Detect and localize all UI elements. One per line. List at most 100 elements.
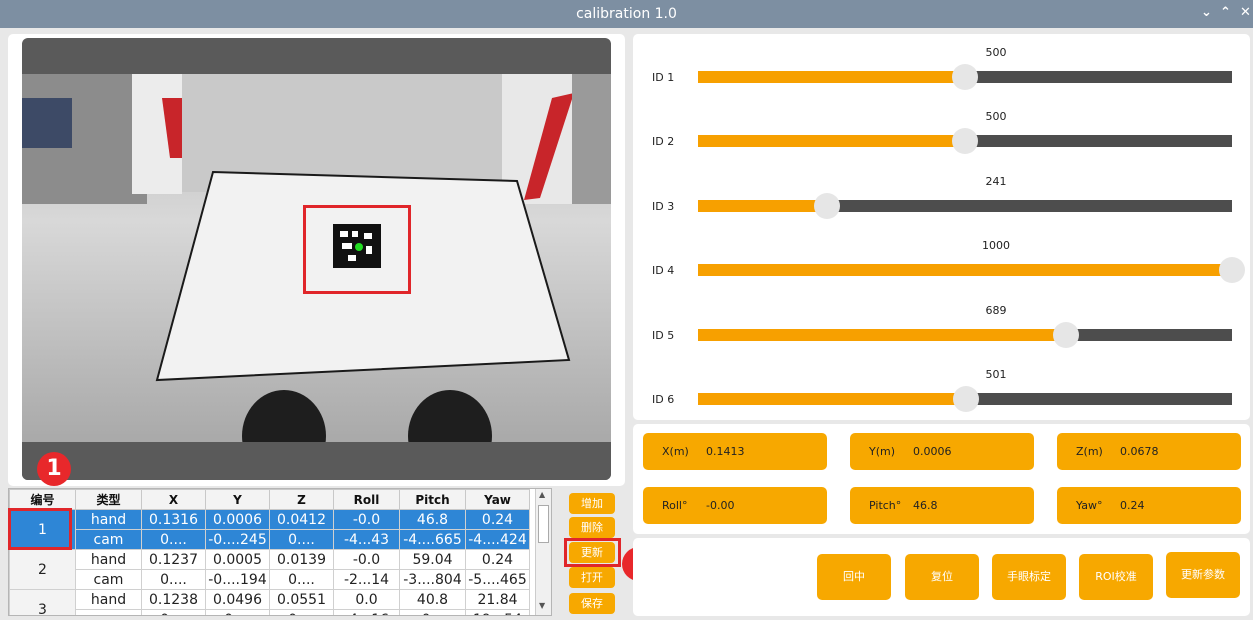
- value-cell[interactable]: 0....: [141, 569, 206, 590]
- value-cell[interactable]: 0.0412: [269, 509, 334, 530]
- slider-track[interactable]: [698, 193, 1232, 219]
- value-cell[interactable]: -0....245: [205, 529, 270, 550]
- value-cell[interactable]: 21.84: [465, 589, 530, 610]
- table-row[interactable]: 1 hand 0.1316 0.0006 0.0412 -0.0 46.8 0.24: [9, 509, 530, 550]
- value-cell[interactable]: 0.0: [333, 589, 400, 610]
- value-cell[interactable]: -4....665: [399, 529, 466, 550]
- value-cell[interactable]: -0....194: [205, 569, 270, 590]
- slider-track[interactable]: [698, 386, 1232, 412]
- type-cell[interactable]: hand: [75, 589, 142, 610]
- slider-track[interactable]: [698, 322, 1232, 348]
- slider-fill: [698, 329, 1066, 341]
- servo-slider-2[interactable]: 500 ID 2: [636, 104, 1248, 168]
- value-cell[interactable]: -3....804: [399, 569, 466, 590]
- value-cell[interactable]: -2...14: [333, 569, 400, 590]
- type-cell[interactable]: cam: [75, 529, 142, 550]
- value-cell[interactable]: 0....: [141, 529, 206, 550]
- header-y[interactable]: Y: [205, 489, 270, 510]
- servo-slider-1[interactable]: 500 ID 1: [636, 40, 1248, 104]
- value-cell[interactable]: 0....: [269, 609, 334, 615]
- roi-calibrate-button[interactable]: ROI校准: [1079, 554, 1153, 600]
- slider-value: 241: [985, 175, 1007, 188]
- table-scrollbar[interactable]: ▲ ▼: [535, 489, 551, 615]
- value-cell[interactable]: 0.24: [465, 549, 530, 570]
- servo-slider-3[interactable]: 241 ID 3: [636, 169, 1248, 233]
- scroll-down-icon[interactable]: ▼: [539, 601, 545, 610]
- slider-label: ID 3: [652, 200, 675, 213]
- slider-handle[interactable]: [1219, 257, 1245, 283]
- center-button[interactable]: 回中: [817, 554, 891, 600]
- pose-table[interactable]: 编号 类型 X Y Z Roll Pitch Yaw 1 hand 0.1316 0.…: [8, 488, 552, 616]
- value-cell[interactable]: 0.1316: [141, 509, 206, 530]
- slider-label: ID 4: [652, 264, 675, 277]
- reset-button[interactable]: 复位: [905, 554, 979, 600]
- minimize-icon[interactable]: ⌄: [1201, 5, 1212, 20]
- type-cell[interactable]: cam: [75, 609, 142, 615]
- readout-pitch: Pitch° 46.8: [850, 487, 1034, 524]
- scroll-up-icon[interactable]: ▲: [539, 490, 545, 499]
- slider-handle[interactable]: [952, 128, 978, 154]
- value-cell[interactable]: 19...54: [465, 609, 530, 615]
- value-cell[interactable]: 59.04: [399, 549, 466, 570]
- type-cell[interactable]: hand: [75, 509, 142, 530]
- type-cell[interactable]: cam: [75, 569, 142, 590]
- value-cell[interactable]: -0.0: [333, 509, 400, 530]
- row-index-cell[interactable]: 2: [9, 549, 76, 590]
- value-cell[interactable]: -4....424: [465, 529, 530, 550]
- hand-eye-calibrate-button[interactable]: 手眼标定: [992, 554, 1066, 600]
- row-index-cell[interactable]: 3: [9, 589, 76, 615]
- value-cell[interactable]: 0.0006: [205, 509, 270, 530]
- add-button[interactable]: 增加: [569, 493, 615, 514]
- slider-track[interactable]: [698, 64, 1232, 90]
- table-row[interactable]: 3 hand 0.1238 0.0496 0.0551 0.0 40.8 21.84: [9, 589, 530, 615]
- slider-label: ID 1: [652, 71, 675, 84]
- table-row[interactable]: cam0....0....0....-4...16-0....19...54: [10, 609, 530, 615]
- slider-handle[interactable]: [952, 386, 979, 412]
- value-cell[interactable]: 0.1237: [141, 549, 206, 570]
- value-cell[interactable]: 0.0551: [269, 589, 334, 610]
- update-params-button[interactable]: 更新参数: [1166, 552, 1240, 598]
- type-cell[interactable]: hand: [75, 549, 142, 570]
- header-z[interactable]: Z: [269, 489, 334, 510]
- slider-handle[interactable]: [1052, 322, 1079, 348]
- header-roll[interactable]: Roll: [333, 489, 400, 510]
- value-cell[interactable]: -4...43: [333, 529, 400, 550]
- readout-yaw-value: 0.24: [1120, 499, 1145, 512]
- value-cell[interactable]: -0....: [399, 609, 466, 615]
- header-type[interactable]: 类型: [75, 489, 142, 510]
- table-row[interactable]: cam 0.... -0....194 0.... -2...14 -3....804 -5…: [10, 569, 530, 590]
- value-cell[interactable]: 40.8: [399, 589, 466, 610]
- table-row[interactable]: cam 0.... -0....245 0.... -4...43 -4....665 -4…: [10, 529, 530, 550]
- value-cell[interactable]: 0....: [269, 529, 334, 550]
- value-cell[interactable]: 0.0139: [269, 549, 334, 570]
- save-button[interactable]: 保存: [569, 593, 615, 614]
- scroll-thumb[interactable]: [538, 505, 549, 543]
- value-cell[interactable]: -0.0: [333, 549, 400, 570]
- value-cell[interactable]: 0.1238: [141, 589, 206, 610]
- servo-slider-5[interactable]: 689 ID 5: [636, 298, 1248, 362]
- value-cell[interactable]: 0....: [141, 609, 206, 615]
- value-cell[interactable]: 0....: [205, 609, 270, 615]
- header-x[interactable]: X: [141, 489, 206, 510]
- header-pitch[interactable]: Pitch: [399, 489, 466, 510]
- header-yaw[interactable]: Yaw: [465, 489, 530, 510]
- slider-handle[interactable]: [952, 64, 978, 90]
- close-icon[interactable]: ✕: [1240, 5, 1251, 20]
- slider-track[interactable]: [698, 128, 1232, 154]
- value-cell[interactable]: 0....: [269, 569, 334, 590]
- header-index[interactable]: 编号: [9, 489, 76, 510]
- value-cell[interactable]: -5....465: [465, 569, 530, 590]
- slider-track[interactable]: [698, 257, 1245, 283]
- servo-slider-4[interactable]: 1000 ID 4: [636, 233, 1248, 297]
- delete-button[interactable]: 删除: [569, 517, 615, 538]
- value-cell[interactable]: 0.0496: [205, 589, 270, 610]
- table-row[interactable]: 2 hand 0.1237 0.0005 0.0139 -0.0 59.04 0.24: [9, 549, 530, 590]
- value-cell[interactable]: 0.24: [465, 509, 530, 530]
- open-button[interactable]: 打开: [569, 567, 615, 588]
- maximize-icon[interactable]: ⌃: [1220, 5, 1231, 20]
- slider-handle[interactable]: [813, 193, 840, 219]
- value-cell[interactable]: 46.8: [399, 509, 466, 530]
- value-cell[interactable]: -4...16: [333, 609, 400, 615]
- servo-slider-6[interactable]: 501 ID 6: [636, 362, 1248, 426]
- value-cell[interactable]: 0.0005: [205, 549, 270, 570]
